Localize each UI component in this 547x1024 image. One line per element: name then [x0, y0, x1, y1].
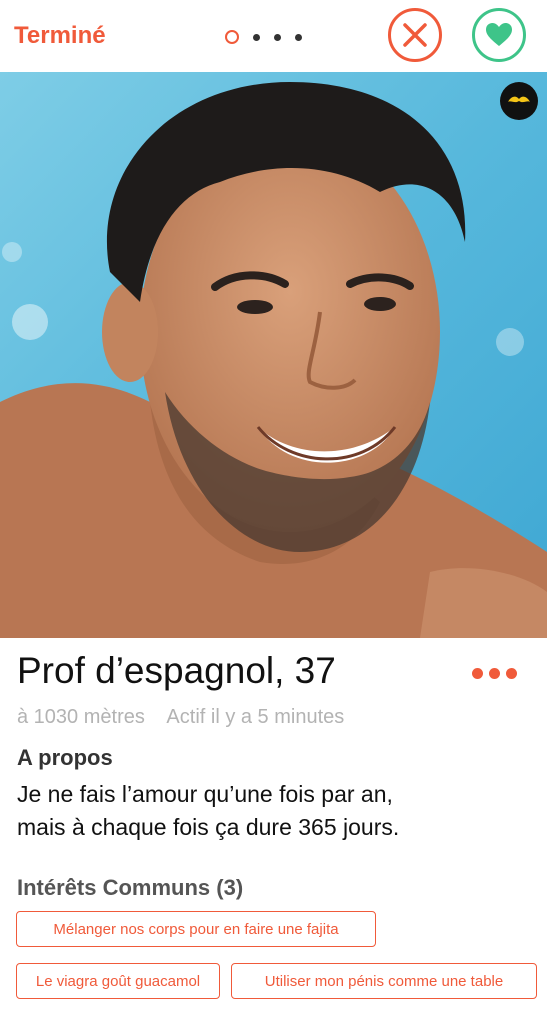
- page-dot[interactable]: [253, 33, 260, 41]
- nope-button[interactable]: [388, 8, 442, 62]
- like-button[interactable]: [472, 8, 526, 62]
- distance-text: à 1030 mètres: [17, 706, 145, 728]
- page-dot[interactable]: [295, 33, 302, 41]
- bio-text: Je ne fais l’amour qu’une fois par an, m…: [17, 778, 537, 844]
- dot: [489, 668, 500, 679]
- bio-line: Je ne fais l’amour qu’une fois par an,: [17, 781, 393, 807]
- top-bar: Terminé: [0, 0, 547, 72]
- about-heading: A propos: [17, 745, 113, 770]
- interest-chip[interactable]: Mélanger nos corps pour en faire une faj…: [16, 911, 376, 947]
- dot: [506, 668, 517, 679]
- interest-chip[interactable]: Utiliser mon pénis comme une table: [231, 963, 537, 999]
- done-button[interactable]: Terminé: [14, 22, 106, 50]
- dot: [472, 668, 483, 679]
- interests-heading: Intérêts Communs (3): [17, 875, 244, 900]
- close-icon: [403, 23, 427, 47]
- profile-name-age: Prof d’espagnol, 37: [17, 650, 336, 691]
- bio-line: mais à chaque fois ça dure 365 jours.: [17, 814, 400, 840]
- mustache-icon: [508, 96, 530, 103]
- mustache-badge[interactable]: [500, 82, 538, 120]
- profile-photo[interactable]: [0, 72, 547, 638]
- active-status-text: Actif il y a 5 minutes: [166, 706, 345, 728]
- more-dots-icon[interactable]: [472, 668, 517, 679]
- interest-chip[interactable]: Le viagra goût guacamol: [16, 963, 220, 999]
- page-dot-active[interactable]: [225, 30, 239, 44]
- profile-meta: à 1030 mètres Actif il y a 5 minutes: [17, 706, 344, 729]
- page-indicator: [225, 30, 302, 44]
- heart-icon: [486, 23, 512, 46]
- page-dot[interactable]: [274, 33, 281, 41]
